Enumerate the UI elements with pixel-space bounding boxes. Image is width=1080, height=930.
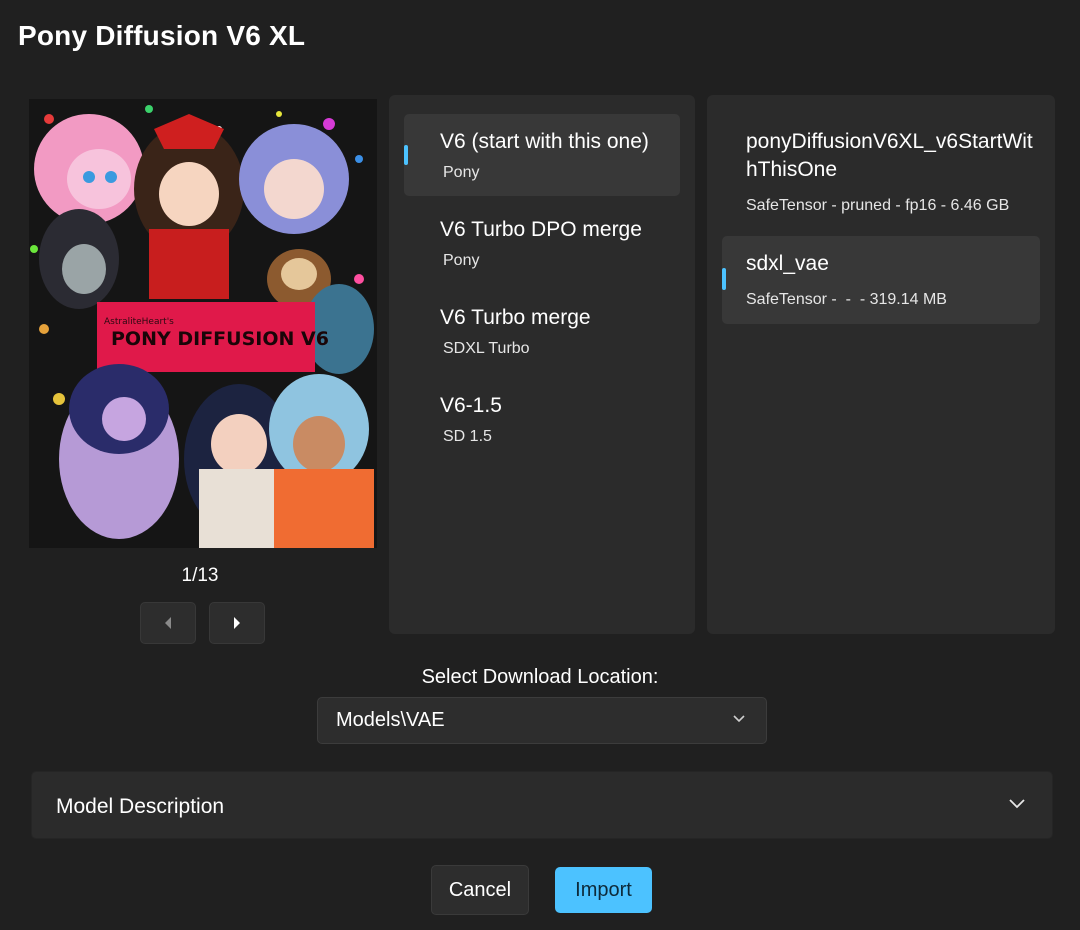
model-preview-image: AstraliteHeart's PONY DIFFUSION V6 bbox=[29, 99, 377, 548]
file-name: sdxl_vae bbox=[746, 252, 829, 275]
image-page-indicator: 1/13 bbox=[181, 565, 219, 586]
cancel-button[interactable]: Cancel bbox=[431, 865, 529, 915]
caret-right-icon bbox=[234, 617, 240, 629]
chevron-down-icon bbox=[733, 715, 745, 723]
download-location-label: Select Download Location: bbox=[421, 666, 659, 688]
dialog-title: Pony Diffusion V6 XL bbox=[18, 20, 306, 51]
version-base-model: SD 1.5 bbox=[443, 428, 492, 445]
version-base-model: Pony bbox=[443, 252, 480, 269]
import-button[interactable]: Import bbox=[555, 867, 652, 913]
chevron-down-icon bbox=[1009, 799, 1025, 809]
model-description-label: Model Description bbox=[56, 795, 225, 818]
model-files-list: ponyDiffusionV6XL_v6StartWithThisOne Saf… bbox=[707, 95, 1055, 634]
download-location-dropdown[interactable]: Models\VAE bbox=[317, 697, 767, 744]
version-name: V6 (start with this one) bbox=[440, 130, 649, 153]
version-item[interactable]: V6 Turbo DPO merge Pony bbox=[404, 202, 680, 284]
download-location-value: Models\VAE bbox=[336, 709, 445, 731]
next-image-button[interactable] bbox=[209, 602, 265, 644]
version-base-model: Pony bbox=[443, 164, 480, 181]
previous-image-button[interactable] bbox=[140, 602, 196, 644]
model-description-expander[interactable]: Model Description bbox=[31, 771, 1053, 839]
version-name: V6 Turbo DPO merge bbox=[440, 218, 642, 241]
model-versions-list: V6 (start with this one) Pony V6 Turbo D… bbox=[389, 95, 695, 634]
version-item[interactable]: V6 (start with this one) Pony bbox=[404, 114, 680, 196]
version-name: V6 Turbo merge bbox=[440, 306, 591, 329]
version-name: V6-1.5 bbox=[440, 394, 502, 417]
file-item[interactable]: ponyDiffusionV6XL_v6StartWithThisOne Saf… bbox=[722, 114, 1040, 234]
version-item[interactable]: V6-1.5 SD 1.5 bbox=[404, 378, 680, 460]
caret-left-icon bbox=[165, 617, 171, 629]
selection-indicator bbox=[722, 268, 726, 290]
version-item[interactable]: V6 Turbo merge SDXL Turbo bbox=[404, 290, 680, 372]
banner-title-text: PONY DIFFUSION V6 bbox=[111, 328, 329, 350]
file-metadata: SafeTensor - - - 319.14 MB bbox=[746, 291, 947, 308]
file-metadata: SafeTensor - pruned - fp16 - 6.46 GB bbox=[746, 197, 1010, 214]
version-base-model: SDXL Turbo bbox=[443, 340, 530, 357]
banner-credit-text: AstraliteHeart's bbox=[104, 317, 174, 327]
selection-indicator bbox=[404, 145, 408, 165]
file-item[interactable]: sdxl_vae SafeTensor - - - 319.14 MB bbox=[722, 236, 1040, 324]
file-name: ponyDiffusionV6XL_v6StartWithThisOne bbox=[746, 130, 1033, 181]
